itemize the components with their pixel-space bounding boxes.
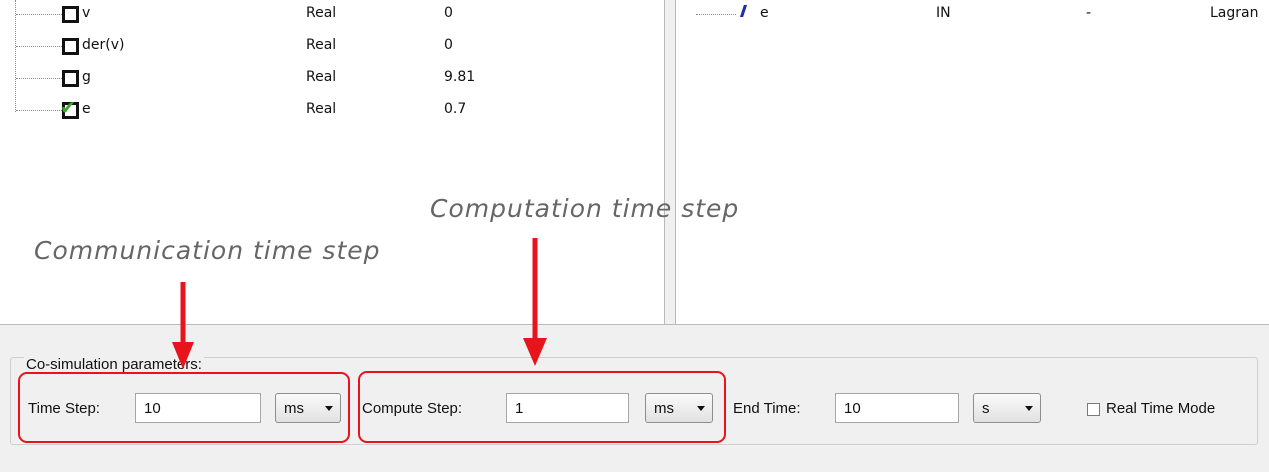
checkbox-icon[interactable] [62,38,79,55]
checkmark-icon: ✔ [60,97,76,119]
end-time-input[interactable] [835,393,959,423]
chevron-down-icon [1025,406,1033,411]
real-time-mode-checkbox[interactable] [1087,403,1100,416]
port-direction: IN [936,5,951,21]
tree-branch [16,46,62,47]
variable-value: 0 [444,37,453,53]
variable-name: v [82,5,91,21]
end-time-label: End Time: [733,400,801,417]
variable-type: Real [306,5,337,21]
variable-type: Real [306,69,337,85]
checkbox-icon[interactable] [62,70,79,87]
end-time-unit-value: s [982,400,990,417]
variable-row-g[interactable]: g Real 9.81 [0,68,660,90]
compute-step-highlight-box [358,371,726,443]
tree-branch [696,14,736,15]
pane-splitter[interactable] [664,0,676,324]
port-unit: - [1086,5,1092,21]
variable-name: der(v) [82,37,125,53]
port-row-e[interactable]: e IN - Lagran [676,4,1269,26]
variable-row-v[interactable]: v Real 0 [0,4,660,26]
real-time-mode-label: Real Time Mode [1106,400,1216,417]
variable-type: Real [306,101,337,117]
port-name: e [760,5,769,21]
variable-name: g [82,69,91,85]
annotation-communication: Communication time step [34,236,381,265]
port-kind: Lagran [1210,5,1259,21]
variable-row-e[interactable]: ✔ e Real 0.7 [0,97,660,122]
variable-type: Real [306,37,337,53]
variable-row-der-v[interactable]: der(v) Real 0 [0,36,660,58]
variable-value: 0.7 [444,101,467,117]
ports-pane: e IN - Lagran [676,0,1269,324]
input-port-icon [740,5,747,17]
tree-branch [16,78,62,79]
checkbox-icon[interactable] [62,6,79,23]
time-step-highlight-box [18,372,350,443]
tree-branch [16,110,62,111]
variables-tree-pane: v Real 0 der(v) Real 0 g Real 9.81 ✔ e R… [0,0,664,324]
cosim-group-title: Co-simulation parameters: [24,356,204,373]
end-time-unit-select[interactable]: s [973,393,1041,423]
variable-value: 9.81 [444,69,476,85]
variable-name: e [82,101,91,117]
annotation-computation: Computation time step [430,194,740,223]
variable-value: 0 [444,5,453,21]
tree-branch [16,14,62,15]
